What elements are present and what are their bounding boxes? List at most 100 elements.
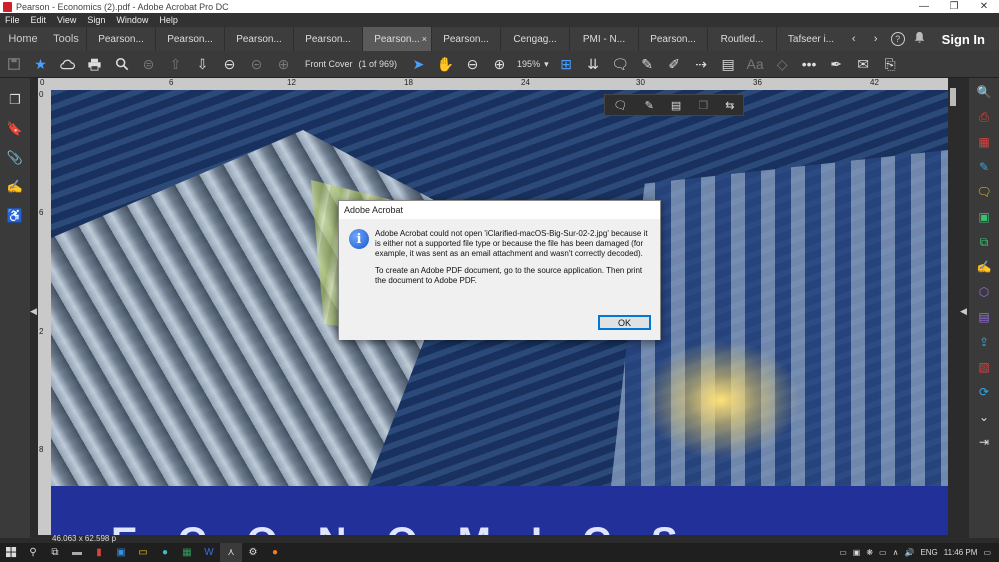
ok-button[interactable]: OK xyxy=(598,315,651,330)
tab-tools[interactable]: Tools xyxy=(46,27,86,51)
document-tab[interactable]: Routled... xyxy=(707,27,776,51)
menu-sign[interactable]: Sign xyxy=(82,15,111,25)
acrobat-active-taskbar-icon[interactable]: ⋏ xyxy=(220,543,242,562)
stamp-icon[interactable]: ▤ xyxy=(715,51,742,78)
scan-ocr-icon[interactable]: ⧉ xyxy=(976,234,992,250)
highlight-pen-icon[interactable]: ✎ xyxy=(634,51,661,78)
acrobat-taskbar-icon[interactable]: ▮ xyxy=(88,543,110,562)
page-label-field[interactable]: Front Cover xyxy=(305,59,353,69)
scrollbar-thumb[interactable] xyxy=(950,88,956,106)
network-icon[interactable]: ▭ xyxy=(879,548,887,557)
menu-help[interactable]: Help xyxy=(154,15,184,25)
export-pdf-icon[interactable]: ⎙ xyxy=(976,109,992,125)
start-windows-icon[interactable] xyxy=(0,543,22,562)
fill-sign-tool-icon[interactable]: ✍ xyxy=(976,259,992,275)
zoom-out-icon[interactable]: ⊖ xyxy=(459,51,486,78)
comment-icon[interactable]: 🗨 xyxy=(607,51,634,78)
notification-bell-icon[interactable] xyxy=(913,31,926,47)
prepare-form-icon[interactable]: ▤ xyxy=(976,309,992,325)
menu-file[interactable]: File xyxy=(0,15,26,25)
next-page-icon[interactable]: ⇩ xyxy=(189,51,216,78)
text-tool-icon[interactable]: Aa xyxy=(742,51,769,78)
store-icon[interactable]: ▬ xyxy=(66,543,88,562)
tray-outlook-icon[interactable]: ▣ xyxy=(853,548,861,557)
file-explorer-icon[interactable]: ▭ xyxy=(132,543,154,562)
signatures-icon[interactable]: ✍ xyxy=(7,179,23,195)
document-tab[interactable]: Tafseer i... xyxy=(776,27,845,51)
more-options-icon[interactable]: ••• xyxy=(796,51,823,78)
accessibility-icon[interactable]: ♿ xyxy=(7,208,23,224)
print-icon[interactable]: ▤ xyxy=(671,99,681,112)
tool-switch-icon[interactable]: ⇆ xyxy=(725,99,734,112)
help-icon[interactable]: ? xyxy=(890,32,905,46)
document-tab[interactable]: Pearson... xyxy=(431,27,500,51)
vertical-scrollbar[interactable] xyxy=(948,78,958,535)
upload-cloud-icon[interactable] xyxy=(54,51,81,78)
redact-icon[interactable]: ▧ xyxy=(976,359,992,375)
protect-icon[interactable]: ⬡ xyxy=(976,284,992,300)
attachments-paperclip-icon[interactable]: 📎 xyxy=(7,150,23,166)
search-icon[interactable]: ⚲ xyxy=(22,543,44,562)
outlook-icon[interactable]: ▣ xyxy=(110,543,132,562)
bookmark-star-icon[interactable]: ★ xyxy=(27,51,54,78)
collapse-tools-icon[interactable]: ⇥ xyxy=(976,434,992,450)
language-indicator[interactable]: ENG xyxy=(920,548,937,557)
document-tab[interactable]: PMI - N... xyxy=(569,27,638,51)
close-window-button[interactable]: ✕ xyxy=(969,1,999,12)
send-icon[interactable]: ⇪ xyxy=(976,334,992,350)
page-fit-icon[interactable]: ⊜ xyxy=(135,51,162,78)
tab-home[interactable]: Home xyxy=(0,27,46,51)
print-icon[interactable] xyxy=(81,51,108,78)
tray-app-icon[interactable]: ▭ xyxy=(839,548,847,557)
word-icon[interactable]: W xyxy=(198,543,220,562)
document-tab[interactable]: Pearson... xyxy=(155,27,224,51)
edit-pdf-icon[interactable]: ✎ xyxy=(976,159,992,175)
back-icon[interactable]: ⊝ xyxy=(243,51,270,78)
share-icon[interactable]: ⇢ xyxy=(688,51,715,78)
collapse-right-panel-icon[interactable]: ◀ xyxy=(960,306,967,317)
expand-tools-icon[interactable]: ⌄ xyxy=(976,409,992,425)
notifications-icon[interactable]: ▭ xyxy=(983,548,991,557)
sign-pen-icon[interactable]: ✒ xyxy=(823,51,850,78)
firefox-icon[interactable]: ● xyxy=(264,543,286,562)
menu-window[interactable]: Window xyxy=(111,15,154,25)
menu-view[interactable]: View xyxy=(52,15,82,25)
zoom-select[interactable]: 195% ▾ xyxy=(517,59,549,70)
scroll-mode-icon[interactable]: ⇊ xyxy=(580,51,607,78)
document-tab[interactable]: Pearson... xyxy=(293,27,362,51)
document-tab[interactable]: Pearson... xyxy=(86,27,155,51)
tray-sync-icon[interactable]: ❋ xyxy=(866,548,873,557)
document-tab[interactable]: Pearson... xyxy=(224,27,293,51)
comment-tool-icon[interactable]: 🗨 xyxy=(976,184,992,200)
find-search-icon[interactable] xyxy=(108,51,135,78)
combine-files-icon[interactable]: ▣ xyxy=(976,209,992,225)
export-icon[interactable]: ⎘ xyxy=(877,51,904,78)
save-icon[interactable] xyxy=(0,51,27,78)
volume-icon[interactable]: 🔊 xyxy=(904,548,914,557)
close-tab-icon[interactable]: × xyxy=(422,34,427,44)
clock[interactable]: 11:46 PM xyxy=(944,548,978,557)
sign-in-button[interactable]: Sign In xyxy=(942,32,985,47)
excel-icon[interactable]: ▦ xyxy=(176,543,198,562)
email-icon[interactable]: ✉ xyxy=(850,51,877,78)
tab-scroll-left-icon[interactable]: ‹ xyxy=(847,33,861,45)
tab-scroll-right-icon[interactable]: › xyxy=(869,33,883,45)
minimize-button[interactable]: — xyxy=(909,1,939,12)
organize-pages-icon[interactable]: ▦ xyxy=(976,134,992,150)
collapse-left-panel-icon[interactable]: ◀ xyxy=(30,306,37,317)
document-tab[interactable]: Cengag... xyxy=(500,27,569,51)
edge-browser-icon[interactable]: ● xyxy=(154,543,176,562)
select-cursor-icon[interactable]: ➤ xyxy=(405,51,432,78)
document-tab-active[interactable]: Pearson... × xyxy=(362,27,431,51)
page-display-icon[interactable]: ⊞ xyxy=(553,51,580,78)
page-thumbnails-icon[interactable]: ❐ xyxy=(7,92,23,108)
menu-edit[interactable]: Edit xyxy=(26,15,53,25)
task-view-icon[interactable]: ⧉ xyxy=(44,543,66,562)
zoom-in-icon[interactable]: ⊕ xyxy=(486,51,513,78)
rotate-icon[interactable]: ⊖ xyxy=(216,51,243,78)
hand-tool-icon[interactable]: ✋ xyxy=(432,51,459,78)
maximize-button[interactable]: ❐ xyxy=(939,1,969,12)
zoom-search-icon[interactable]: 🔍 xyxy=(976,84,992,100)
fill-sign-icon[interactable]: ◇ xyxy=(769,51,796,78)
previous-page-icon[interactable]: ⇧ xyxy=(162,51,189,78)
